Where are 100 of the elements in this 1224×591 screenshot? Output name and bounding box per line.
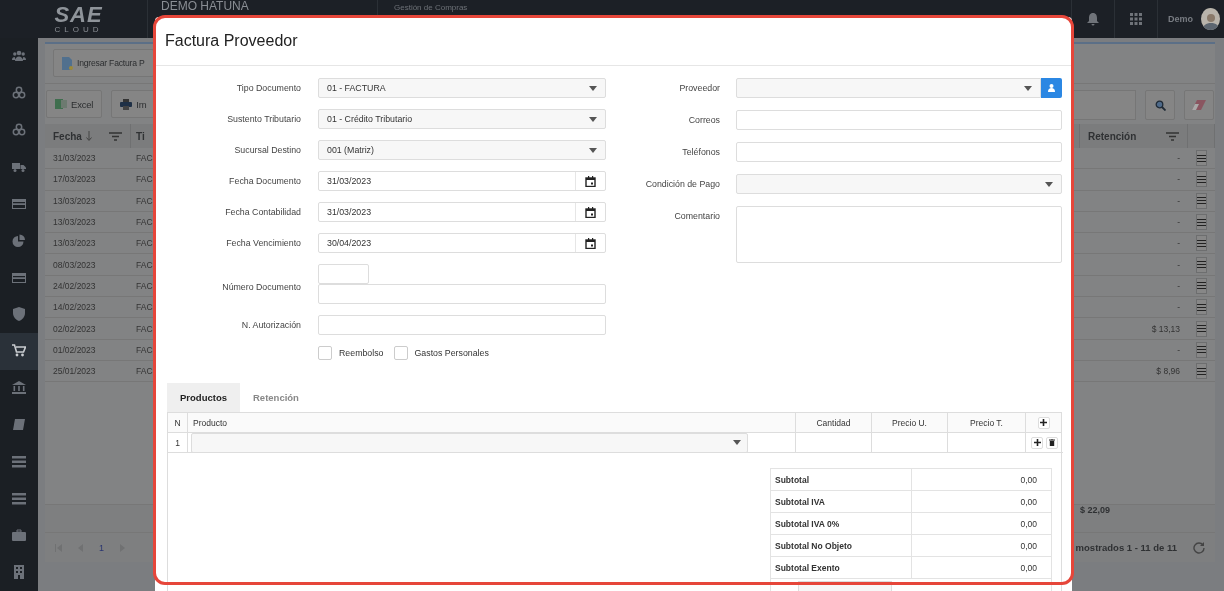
select-field[interactable]: 001 (Matriz) [318, 140, 606, 160]
sort-arrow-icon[interactable] [85, 131, 92, 141]
type-cell: FAC [136, 195, 153, 206]
date-field[interactable]: 31/03/2023 [318, 202, 606, 222]
row-menu-button[interactable] [1196, 341, 1207, 358]
add-invoice-button[interactable]: Ingresar Factura P [53, 49, 154, 77]
tab[interactable]: Retención [240, 383, 312, 412]
input-field[interactable] [736, 142, 1062, 162]
menu-icon [1197, 261, 1206, 269]
eraser-icon [1192, 100, 1206, 110]
field-label: Condición de Pago [644, 178, 720, 191]
truck-icon [12, 160, 26, 174]
select-field[interactable] [736, 174, 1062, 194]
column-header: N [174, 417, 181, 428]
menu-icon [1197, 218, 1206, 226]
row-menu-button[interactable] [1196, 363, 1207, 380]
amount-cell: - [1177, 217, 1180, 228]
input-field[interactable] [736, 110, 1062, 130]
avatar[interactable] [1201, 8, 1220, 30]
type-cell: FAC [136, 280, 153, 291]
checkbox-label[interactable]: Gastos Personales [393, 346, 489, 360]
type-cell: FAC [136, 153, 153, 164]
card-icon [12, 196, 26, 211]
row-menu-button[interactable] [1196, 256, 1207, 273]
add-line-button[interactable] [1037, 416, 1050, 429]
type-cell: FAC [136, 323, 153, 334]
row-menu-button[interactable] [1196, 277, 1207, 294]
total-label: Subtotal [771, 469, 912, 490]
menu-icon [1197, 239, 1206, 247]
caret-icon [589, 116, 597, 122]
delete-line-button[interactable] [1046, 436, 1058, 449]
row-menu-button[interactable] [1196, 214, 1207, 231]
refresh-icon[interactable] [1193, 541, 1205, 554]
spreadsheet-icon [55, 98, 67, 110]
type-cell: FAC [136, 174, 153, 185]
field-label: Correos [687, 114, 720, 127]
trash-icon [1049, 439, 1055, 446]
date-cell: 24/02/2023 [53, 280, 96, 291]
select-field[interactable] [736, 78, 1041, 98]
row-menu-button[interactable] [1196, 150, 1207, 167]
input-field[interactable] [318, 315, 606, 335]
date-cell: 01/02/2023 [53, 344, 96, 355]
field-label: Proveedor [678, 82, 720, 95]
bell-icon[interactable] [1087, 12, 1099, 26]
field-label: Número Documento [221, 281, 301, 294]
type-cell: FAC [136, 259, 153, 270]
sidebar-item[interactable] [0, 332, 38, 370]
menu-icon [1197, 282, 1206, 290]
line-number: 1 [175, 437, 180, 448]
menu-icon [1197, 175, 1206, 183]
person-icon [1048, 84, 1055, 92]
filter-icon[interactable] [1166, 131, 1179, 141]
total-amount: $ 22,09 [1080, 505, 1111, 515]
amount-cell: $ 13,13 [1151, 323, 1180, 334]
user-name[interactable]: Demo [1168, 14, 1193, 24]
amount-cell: - [1177, 153, 1180, 164]
menu-icon [1197, 367, 1206, 375]
checkbox-label[interactable]: Reembolso [318, 346, 384, 360]
row-menu-button[interactable] [1196, 320, 1207, 337]
select-field[interactable]: 01 - Crédito Tributario [318, 109, 606, 129]
field-label: Fecha Documento [228, 175, 301, 188]
insert-line-button[interactable] [1031, 436, 1043, 449]
row-menu-button[interactable] [1196, 171, 1207, 188]
menu-icon [1197, 303, 1206, 311]
field-label: Sucursal Destino [233, 144, 301, 157]
total-label: Subtotal Exento [771, 557, 912, 578]
menu-icon [1197, 346, 1206, 354]
tab[interactable]: Productos [167, 383, 240, 412]
amount-cell: - [1177, 174, 1180, 185]
column-header: Cantidad [816, 417, 851, 428]
field-label: Tipo Documento [235, 82, 301, 95]
clear-button[interactable] [1184, 90, 1214, 120]
building-icon [12, 565, 26, 580]
search-button[interactable] [1145, 90, 1175, 120]
total-value: 0,00 [1019, 561, 1038, 575]
date-cell: 31/03/2023 [53, 153, 96, 164]
checkbox[interactable] [318, 346, 332, 360]
calendar-icon [585, 175, 596, 187]
list-icon [12, 491, 26, 506]
date-field[interactable]: 30/04/2023 [318, 233, 606, 253]
comment-field[interactable] [736, 206, 1062, 263]
row-menu-button[interactable] [1196, 299, 1207, 316]
input-field[interactable] [318, 284, 606, 304]
plus-icon [1033, 439, 1041, 446]
excel-button[interactable]: Excel [46, 90, 103, 118]
select-field[interactable]: 01 - FACTURA [318, 78, 606, 98]
printer-icon [120, 98, 133, 110]
row-menu-button[interactable] [1196, 235, 1207, 252]
menu-icon [1197, 325, 1206, 332]
total-label: Subtotal IVA 0% [771, 513, 912, 534]
apps-grid-icon[interactable] [1130, 13, 1142, 25]
type-cell: FAC [136, 302, 153, 313]
checkbox[interactable] [393, 346, 408, 360]
row-menu-button[interactable] [1196, 192, 1207, 209]
number-field[interactable] [318, 264, 369, 284]
print-button[interactable]: Im [111, 90, 156, 118]
date-cell: 13/03/2023 [53, 238, 96, 249]
date-field[interactable]: 31/03/2023 [318, 171, 606, 191]
filter-icon[interactable] [109, 131, 122, 141]
supplier-button[interactable] [1041, 78, 1062, 98]
